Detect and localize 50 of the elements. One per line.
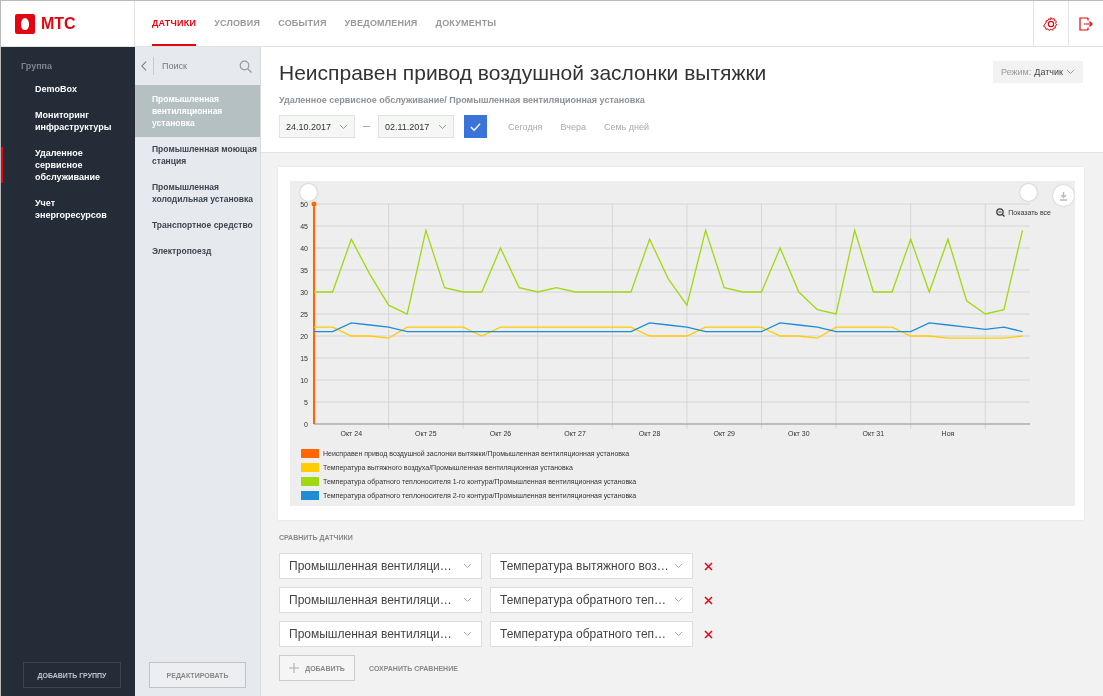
sidebar-item[interactable]: DemoBox xyxy=(1,83,135,95)
chevron-down-icon xyxy=(339,123,348,130)
legend-swatch xyxy=(301,477,319,486)
sensor-dropdown[interactable]: Температура обратного теп… xyxy=(490,621,693,647)
zoom-out-icon xyxy=(996,208,1006,217)
close-icon[interactable] xyxy=(704,629,713,639)
chevron-down-icon xyxy=(674,631,683,637)
settings-icon xyxy=(1043,15,1059,32)
sensor-dropdown[interactable]: Температура вытяжного воз… xyxy=(490,553,693,579)
close-icon[interactable] xyxy=(704,561,713,571)
date-field[interactable]: 24.10.2017 xyxy=(279,115,355,138)
range-handle[interactable] xyxy=(300,184,317,201)
chevron-down-icon xyxy=(463,563,472,569)
object-dropdown[interactable]: Промышленная вентиляци… xyxy=(279,553,482,579)
chevron-down-icon xyxy=(674,563,683,569)
sensor-dropdown[interactable]: Температура обратного теп… xyxy=(490,587,693,613)
object-item[interactable]: Промышленная холодильная установка xyxy=(135,175,260,213)
sidebar-item[interactable]: Мониторинг инфраструктуры xyxy=(1,109,135,133)
apply-button[interactable] xyxy=(464,115,487,138)
legend-swatch xyxy=(301,491,319,500)
chevron-down-icon xyxy=(674,597,683,603)
check-icon xyxy=(470,121,481,132)
search-icon[interactable] xyxy=(239,59,252,73)
range-handle[interactable] xyxy=(1020,184,1037,201)
logo-icon xyxy=(15,13,35,34)
legend-swatch xyxy=(301,463,319,472)
date-field[interactable]: 02.11.2017 xyxy=(378,115,454,138)
mode-dropdown[interactable]: Режим: Датчик xyxy=(993,61,1083,83)
logout-icon xyxy=(1079,16,1093,31)
plus-icon xyxy=(289,663,300,673)
back-icon[interactable] xyxy=(141,57,154,75)
download-button[interactable] xyxy=(1053,185,1074,206)
object-dropdown[interactable]: Промышленная вентиляци… xyxy=(279,621,482,647)
chevron-down-icon xyxy=(438,123,447,130)
object-item[interactable]: Промышленная моющая станция xyxy=(135,137,260,175)
object-item[interactable]: Транспортное средство xyxy=(135,213,260,239)
breadcrumb: Удаленное сервисное обслуживание/ Промышленная вентиляционная установка xyxy=(279,95,646,105)
search-field[interactable]: Поиск xyxy=(160,60,233,72)
logo-text: МТС xyxy=(41,14,76,33)
object-item[interactable]: Электропоезд xyxy=(135,239,260,265)
object-dropdown[interactable]: Промышленная вентиляци… xyxy=(279,587,482,613)
chevron-down-icon xyxy=(463,597,472,603)
chevron-down-icon xyxy=(463,631,472,637)
page-title: Неисправен привод воздушной заслонки вытяжки xyxy=(279,61,767,85)
download-icon xyxy=(1059,190,1068,201)
legend-swatch xyxy=(301,449,319,458)
close-icon[interactable] xyxy=(704,595,713,605)
chevron-down-icon xyxy=(1066,69,1075,75)
sidebar-heading: Группа xyxy=(20,61,54,71)
sidebar-item[interactable]: Учет энергоресурсов xyxy=(1,197,135,221)
